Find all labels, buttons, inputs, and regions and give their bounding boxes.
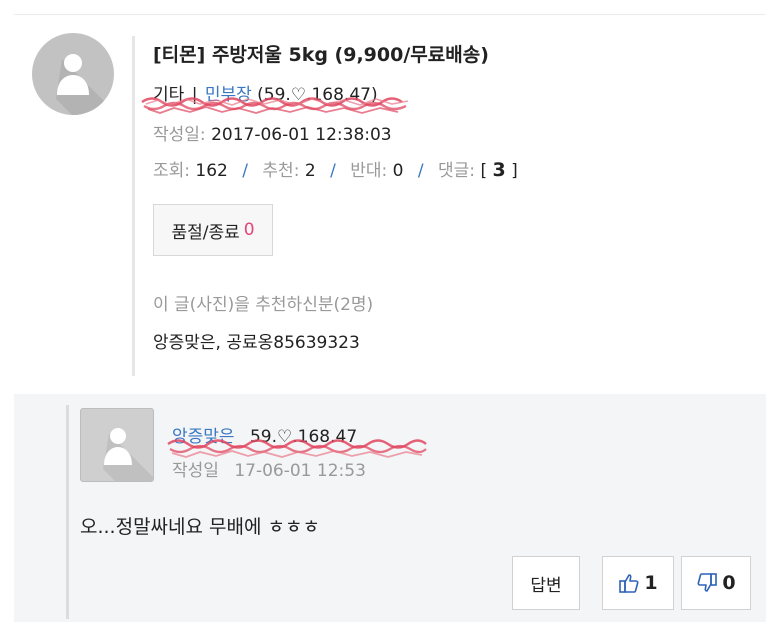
like-count: 1: [644, 572, 658, 594]
redaction-scribble: [141, 97, 409, 114]
views-label: 조회:: [153, 161, 191, 181]
oppose-label: 반대:: [350, 161, 388, 181]
comments-open-bracket: [: [480, 161, 488, 181]
date-label: 작성일:: [153, 125, 206, 145]
dislike-count: 0: [722, 572, 736, 594]
redaction-scribble: [167, 439, 427, 458]
comment-left-border: [66, 405, 69, 619]
views-count: 162: [195, 161, 228, 181]
comments-close-bracket: ]: [511, 161, 518, 181]
recommenders-label: 이 글(사진)을 추천하신분(2명): [153, 295, 374, 315]
comment-text: 오...정말싸네요 무배에 ㅎㅎㅎ: [80, 516, 320, 538]
user-avatar-icon: [56, 54, 114, 115]
post-date: 2017-06-01 12:38:03: [211, 125, 392, 145]
reply-label: 답변: [530, 575, 562, 596]
soldout-button[interactable]: 품절/종료 0: [153, 204, 273, 256]
dislike-button[interactable]: 0: [681, 556, 751, 610]
user-avatar-icon: [103, 428, 153, 481]
thumbs-up-icon: [619, 574, 639, 593]
recommenders-list: 앙증맞은, 공료옹85639323: [153, 333, 360, 353]
thumbs-down-icon: [697, 573, 718, 592]
stat-separator: /: [242, 161, 249, 181]
comment-date-label: 작성일: [172, 461, 219, 481]
soldout-label: 품절/종료: [171, 222, 240, 243]
top-divider: [14, 14, 766, 15]
comments-count: 3: [492, 159, 506, 181]
like-button[interactable]: 1: [602, 556, 674, 610]
oppose-count: 0: [392, 161, 404, 181]
comment-date: 17-06-01 12:53: [234, 461, 366, 481]
stat-separator: /: [330, 161, 336, 181]
post-left-border: [132, 36, 135, 376]
post-date-line: 작성일: 2017-06-01 12:38:03: [153, 120, 392, 145]
author-avatar: [32, 33, 114, 115]
post-title: [티몬] 주방저울 5kg (9,900/무료배송): [153, 44, 489, 66]
recommend-count: 2: [304, 161, 316, 181]
stat-separator: /: [417, 161, 424, 181]
reply-button[interactable]: 답변: [512, 556, 580, 610]
recommend-label: 추천:: [262, 161, 300, 181]
comments-label: 댓글:: [438, 161, 476, 181]
soldout-count: 0: [243, 220, 255, 240]
commenter-avatar: [80, 408, 154, 482]
post-stats: 조회: 162 / 추천: 2 / 반대: 0 / 댓글: [ 3 ]: [153, 156, 518, 181]
